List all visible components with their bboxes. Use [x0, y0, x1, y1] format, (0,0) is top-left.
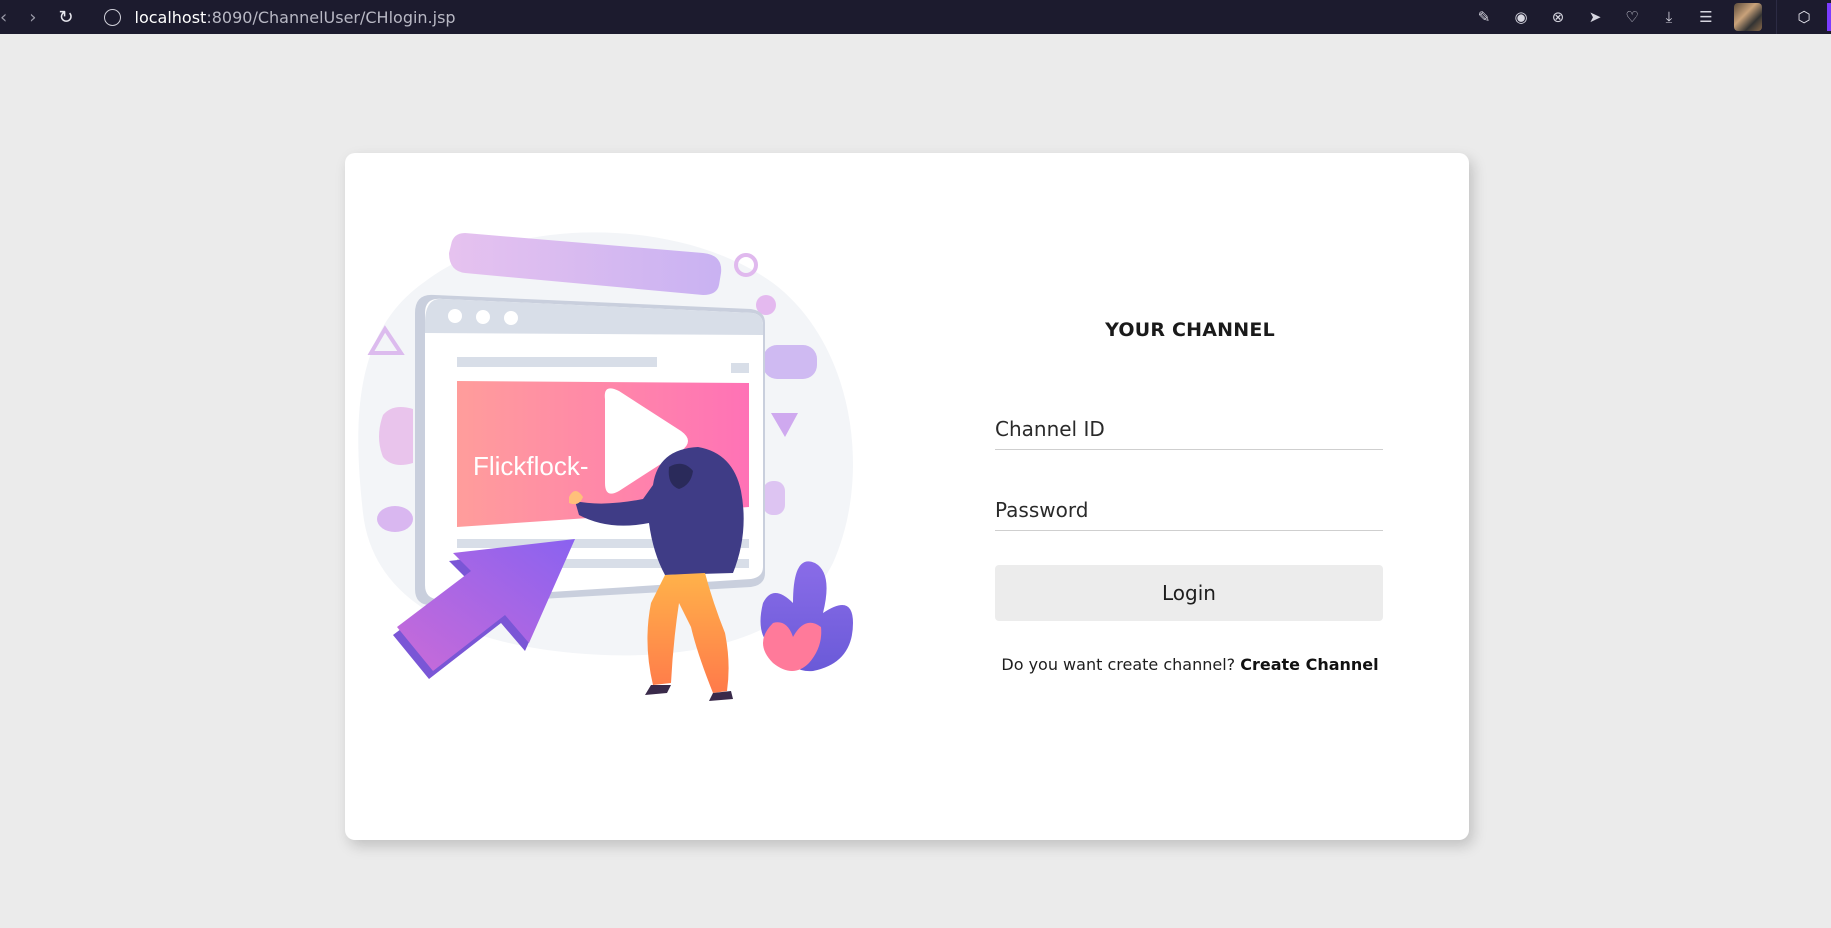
login-button[interactable]: Login [995, 565, 1383, 621]
reload-icon[interactable]: ↻ [58, 7, 73, 28]
address-bar[interactable]: localhost:8090/ChannelUser/CHlogin.jsp [103, 7, 456, 27]
login-card: Flickflock- YOUR CHANNEL Login Do you wa… [345, 153, 1469, 840]
channel-id-input[interactable] [995, 409, 1383, 450]
settings-icon[interactable]: ☰ [1696, 7, 1716, 27]
video-title: Flickflock- [473, 451, 589, 481]
page-title: YOUR CHANNEL [1105, 319, 1275, 341]
url-path: :8090/ChannelUser/CHlogin.jsp [206, 7, 456, 27]
password-input[interactable] [995, 490, 1383, 531]
download-icon[interactable]: ⤓ [1659, 7, 1679, 27]
cube-icon[interactable]: ⬡ [1791, 4, 1817, 30]
globe-icon [103, 8, 121, 26]
shield-icon[interactable]: ⊗ [1548, 7, 1568, 27]
avatar[interactable] [1734, 3, 1762, 31]
browser-toolbar: ‹ › ↻ localhost:8090/ChannelUser/CHlogin… [0, 0, 1831, 34]
create-channel-link[interactable]: Create Channel [1240, 655, 1378, 674]
toolbar-divider [1776, 0, 1777, 34]
back-icon[interactable]: ‹ [0, 7, 7, 28]
send-icon[interactable]: ➤ [1585, 7, 1605, 27]
video-illustration: Flickflock- [358, 232, 853, 701]
url-host: localhost [134, 7, 207, 27]
signup-prompt: Do you want create channel? Create Chann… [995, 655, 1385, 674]
toolbar-icons: ✎ ◉ ⊗ ➤ ♡ ⤓ ☰ ⬡ [1457, 0, 1831, 34]
heart-icon[interactable]: ♡ [1622, 7, 1642, 27]
accent-bar [1827, 3, 1831, 31]
forward-icon[interactable]: › [29, 7, 36, 28]
nav-controls: ‹ › ↻ [0, 7, 74, 28]
camera-icon[interactable]: ◉ [1511, 7, 1531, 27]
signup-prompt-text: Do you want create channel? [1001, 655, 1236, 674]
login-form: YOUR CHANNEL Login Do you want create ch… [995, 153, 1385, 840]
edit-icon[interactable]: ✎ [1474, 7, 1494, 27]
